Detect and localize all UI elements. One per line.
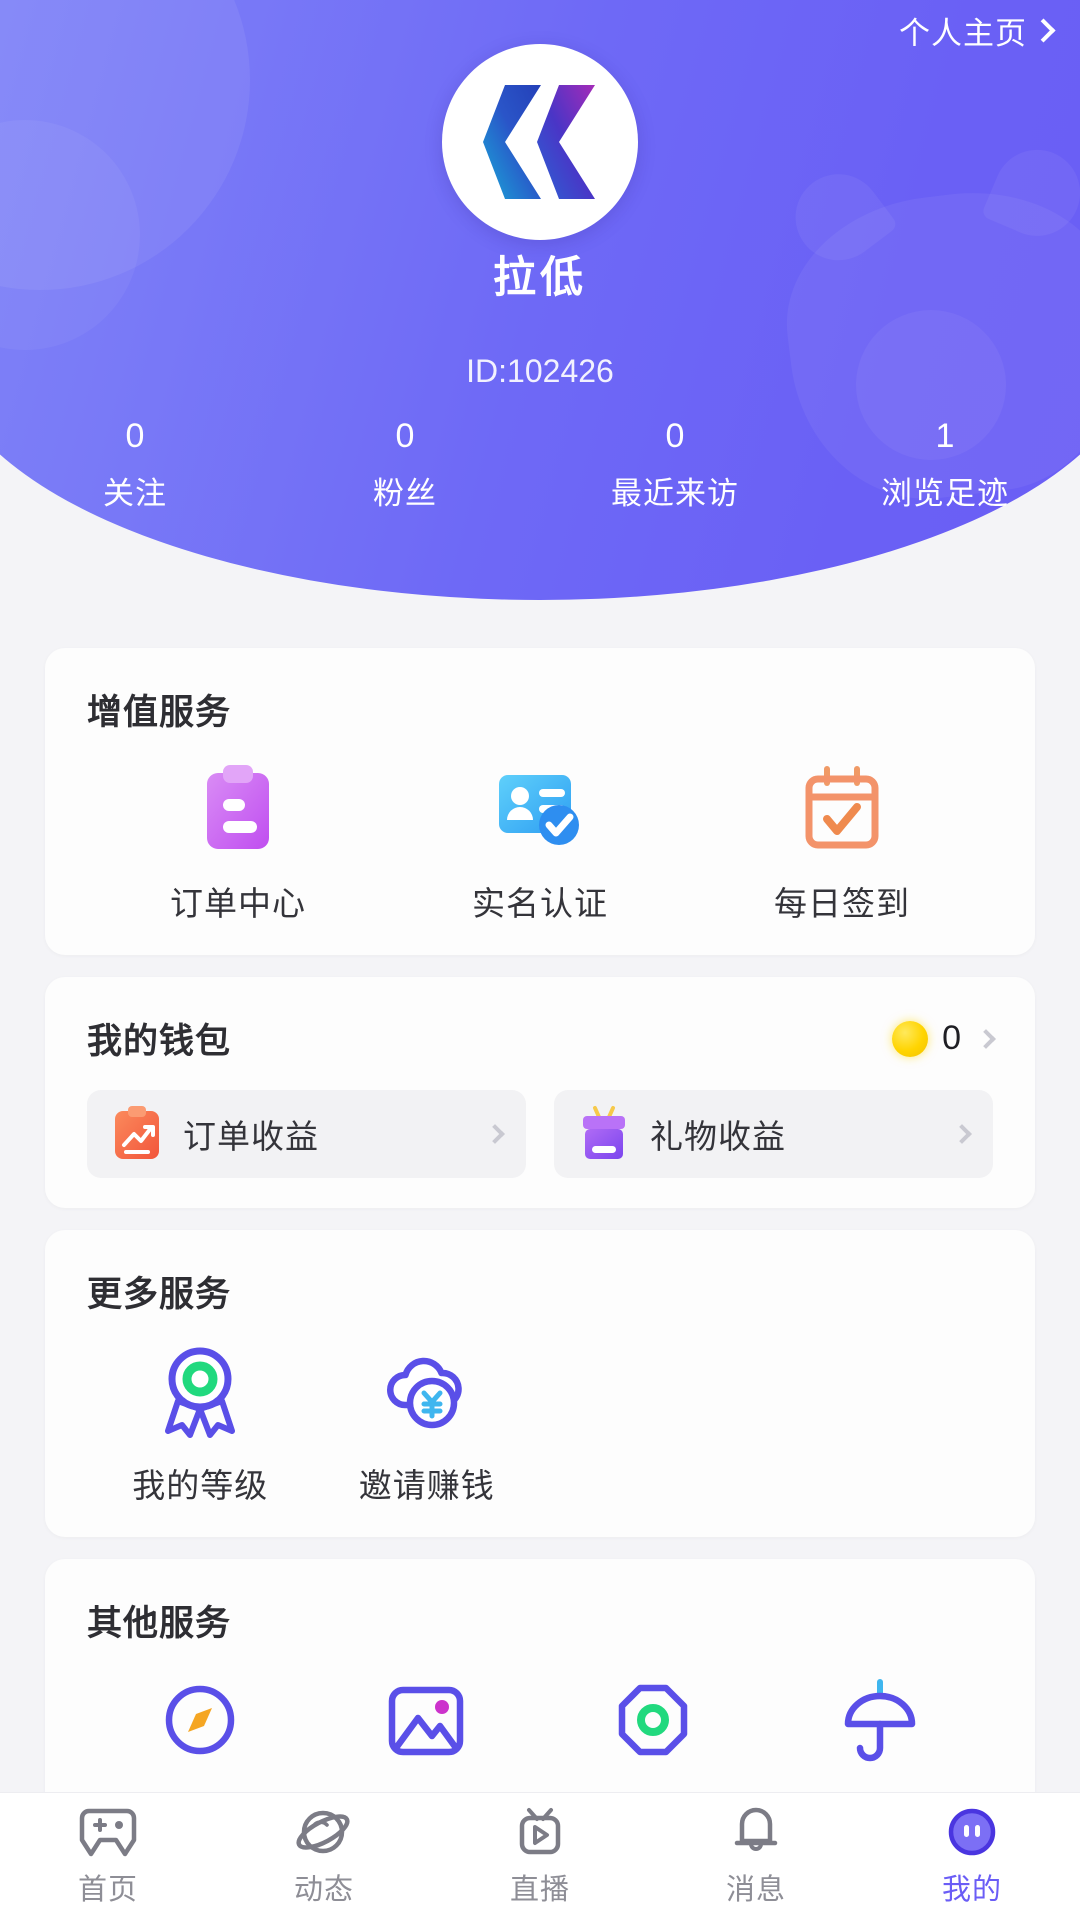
tab-live[interactable]: 直播 [432,1793,648,1920]
octagon-ring-icon [610,1672,696,1768]
stat-value: 0 [125,417,145,455]
stat-label: 浏览足迹 [881,475,1009,511]
personal-homepage-link[interactable]: 个人主页 [899,8,1056,53]
service-item-umbrella[interactable] [767,1672,994,1788]
wallet-card: 我的钱包 0 订单收益 礼物收益 [45,977,1035,1208]
stat-label: 最近来访 [611,475,739,511]
service-item-daily-checkin[interactable]: 每日签到 [691,761,993,925]
chevron-right-icon [952,1124,972,1144]
service-label: 邀请赚钱 [358,1467,495,1504]
image-gallery-icon [382,1672,472,1768]
stat-label: 关注 [103,475,167,511]
personal-homepage-label: 个人主页 [899,16,1027,51]
service-item-compass[interactable] [87,1672,314,1788]
avatar[interactable] [442,44,638,240]
tv-play-icon [519,1808,561,1855]
stat-value: 0 [395,417,415,455]
content-cards: 增值服务 订单中心 实名认证 每日签到 我的钱包 0 订单收益 礼物收益 更多服… [0,648,1080,1840]
more-services-card: 更多服务 我的等级 邀请赚钱 [45,1230,1035,1537]
wallet-button-label: 订单收益 [183,1118,319,1155]
profile-face-icon [948,1808,996,1856]
tab-messages[interactable]: 消息 [648,1793,864,1920]
tab-label: 直播 [509,1874,570,1906]
wallet-balance: 0 [942,1019,961,1057]
chevron-right-icon [485,1124,505,1144]
username: 拉低 [493,254,587,302]
brand-logo-icon [483,85,595,199]
service-label: 订单中心 [169,885,306,922]
medal-icon [156,1343,244,1439]
stat-recent-visitors[interactable]: 0 最近来访 [540,415,810,513]
planet-icon [296,1810,350,1854]
tab-profile[interactable]: 我的 [864,1793,1080,1920]
value-added-services-card: 增值服务 订单中心 实名认证 每日签到 [45,648,1035,955]
card-title: 我的钱包 [87,1022,232,1061]
profile-stats-row: 0 关注 0 粉丝 0 最近来访 1 浏览足迹 [0,415,1080,513]
umbrella-icon [837,1672,923,1768]
stat-browse-history[interactable]: 1 浏览足迹 [810,415,1080,513]
card-title: 其他服务 [87,1604,232,1643]
gift-earnings-button[interactable]: 礼物收益 [554,1090,993,1178]
compass-icon [157,1672,243,1768]
card-title: 增值服务 [87,693,232,732]
stat-following[interactable]: 0 关注 [0,415,270,513]
user-id: ID:102426 [466,353,614,389]
stat-value: 0 [665,417,685,455]
service-label: 每日签到 [773,885,910,922]
service-item-my-level[interactable]: 我的等级 [87,1343,314,1507]
tab-moments[interactable]: 动态 [216,1793,432,1920]
service-item-real-name-verification[interactable]: 实名认证 [389,761,691,925]
stat-followers[interactable]: 0 粉丝 [270,415,540,513]
card-title: 更多服务 [87,1275,232,1314]
id-card-verified-icon [493,761,587,857]
service-item-gallery[interactable] [314,1672,541,1788]
service-item-order-center[interactable]: 订单中心 [87,761,389,925]
profile-header: 个人主页 拉低 ID:102426 0 关注 0 粉丝 0 最近来访 1 浏览足… [0,0,1080,600]
chevron-right-icon [1031,18,1056,43]
gamepad-icon [79,1808,137,1857]
wallet-button-label: 礼物收益 [650,1118,786,1155]
tab-home[interactable]: 首页 [0,1793,216,1920]
tab-label: 动态 [293,1874,354,1906]
order-earnings-icon [115,1106,159,1159]
cloud-yuan-icon [379,1343,475,1439]
service-label: 我的等级 [132,1467,269,1504]
wallet-balance-entry[interactable]: 0 [892,1019,996,1058]
service-label: 实名认证 [471,885,608,922]
bell-icon [734,1807,778,1851]
bottom-navigation-bar: 首页 动态 直播 消息 我的 [0,1792,1080,1920]
chevron-right-icon [976,1028,996,1049]
more-services-spacer [767,1343,994,1507]
more-services-spacer [540,1343,767,1507]
gift-earnings-icon [583,1106,625,1159]
tab-label: 消息 [725,1874,786,1906]
tab-label: 我的 [941,1874,1002,1906]
stat-label: 粉丝 [373,475,437,511]
other-services-card: 其他服务 [45,1559,1035,1818]
service-item-octagon[interactable] [540,1672,767,1788]
tab-label: 首页 [77,1874,138,1906]
order-earnings-button[interactable]: 订单收益 [87,1090,526,1178]
service-item-invite-earn[interactable]: 邀请赚钱 [314,1343,541,1507]
coin-icon [892,1020,929,1057]
stat-value: 1 [935,417,955,455]
clipboard-icon [195,761,281,857]
calendar-check-icon [799,761,885,857]
